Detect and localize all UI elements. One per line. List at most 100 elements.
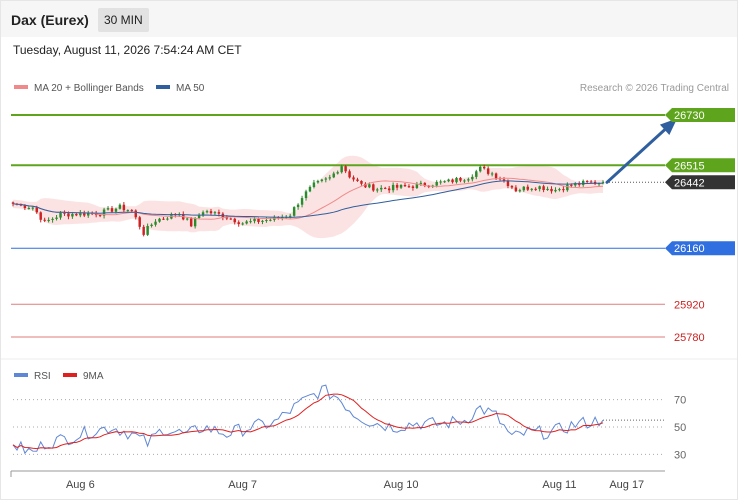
candle-body: [395, 184, 399, 188]
candle-body: [530, 188, 533, 190]
candle-body: [39, 212, 42, 220]
legend-label-9ma: 9MA: [83, 371, 104, 382]
candle-body: [150, 224, 153, 227]
candle-body: [336, 172, 339, 174]
candle-body: [166, 218, 169, 220]
candle-body: [399, 184, 403, 188]
candle-body: [31, 207, 35, 209]
candle-body: [233, 218, 236, 223]
candle-body: [463, 180, 466, 182]
level-label-26515: 26515: [674, 160, 705, 172]
candle-body: [209, 211, 213, 214]
candle-body: [98, 215, 102, 217]
candle-body: [482, 166, 486, 169]
candle-body: [502, 179, 506, 181]
candle-body: [292, 207, 296, 216]
candle-body: [368, 184, 371, 188]
candle-body: [55, 217, 58, 219]
candle-body: [439, 181, 442, 183]
candle-body: [122, 204, 126, 211]
rsi-tick-label: 70: [674, 395, 686, 407]
candle-body: [340, 166, 343, 173]
level-label-26442: 26442: [674, 177, 705, 189]
candle-body: [110, 208, 114, 212]
candle-body: [348, 171, 351, 178]
chart-widget: Dax (Eurex) 30 MIN Tuesday, August 11, 2…: [0, 0, 738, 500]
legend-swatch-ma20: [14, 85, 28, 89]
credit-text: Research © 2026 Trading Central: [580, 83, 729, 94]
candle-body: [249, 221, 252, 223]
candle-body: [288, 215, 292, 217]
candle-body: [447, 179, 450, 182]
candle-body: [324, 178, 328, 180]
candle-body: [193, 218, 197, 227]
x-tick-label: Aug 10: [384, 479, 419, 491]
candle-body: [118, 204, 122, 209]
candle-body: [308, 186, 312, 192]
candle-body: [526, 186, 529, 190]
candle-body: [63, 212, 66, 214]
candle-body: [205, 211, 209, 213]
candle-body: [352, 177, 355, 180]
candle-body: [455, 177, 458, 183]
candle-body: [546, 188, 549, 191]
candle-body: [566, 184, 569, 191]
candle-body: [372, 184, 375, 191]
candle-body: [253, 218, 256, 222]
candle-body: [550, 188, 553, 192]
candle-body: [47, 219, 50, 221]
candle-body: [391, 184, 395, 191]
candle-body: [197, 215, 201, 219]
candle-body: [229, 218, 233, 220]
legend-swatch-ma50: [156, 85, 170, 89]
rsi-legend: RSI 9MA: [14, 371, 104, 382]
candle-body: [114, 208, 118, 212]
legend-label-ma50: MA 50: [176, 83, 205, 94]
candle-body: [59, 212, 62, 218]
level-label-26730: 26730: [674, 110, 705, 122]
candle-body: [146, 226, 149, 235]
candle-body: [581, 180, 585, 185]
candle-body: [71, 213, 74, 217]
legend-label-rsi: RSI: [34, 371, 51, 382]
candle-body: [142, 226, 145, 235]
candle-body: [380, 187, 383, 190]
candle-body: [589, 181, 593, 183]
candle-body: [467, 179, 470, 181]
candle-body: [514, 187, 518, 192]
candle-body: [186, 218, 189, 220]
candle-body: [158, 218, 161, 222]
candle-body: [344, 166, 347, 172]
candle-body: [356, 179, 359, 181]
candle-body: [360, 180, 363, 184]
candle-body: [296, 204, 300, 208]
candle-body: [443, 181, 446, 183]
candle-body: [241, 223, 244, 225]
candle-body: [217, 212, 221, 214]
x-tick-label: Aug 17: [609, 479, 644, 491]
rsi-tick-label: 50: [674, 422, 686, 434]
rsi-line: [12, 384, 604, 455]
rsi-panel: 30 50 70: [12, 384, 686, 461]
candle-body: [213, 212, 217, 214]
candle-body: [518, 190, 522, 192]
candle-body: [43, 219, 46, 221]
candle-body: [479, 166, 482, 172]
candle-body: [304, 191, 308, 199]
candle-body: [471, 176, 474, 180]
level-label-25780: 25780: [674, 332, 705, 344]
legend-swatch-rsi: [14, 373, 28, 377]
candle-body: [510, 185, 514, 188]
candle-body: [130, 210, 134, 212]
candle-body: [407, 186, 411, 188]
candle-body: [67, 213, 70, 217]
legend-swatch-9ma: [63, 373, 77, 377]
candle-body: [237, 222, 240, 225]
candle-body: [403, 184, 407, 187]
candle-body: [538, 186, 541, 190]
candle-body: [312, 182, 316, 187]
chart-svg: MA 20 + Bollinger Bands MA 50 Research ©…: [1, 83, 737, 491]
candle-body: [451, 179, 454, 183]
candle-body: [490, 173, 494, 175]
projection-line: [605, 119, 676, 184]
